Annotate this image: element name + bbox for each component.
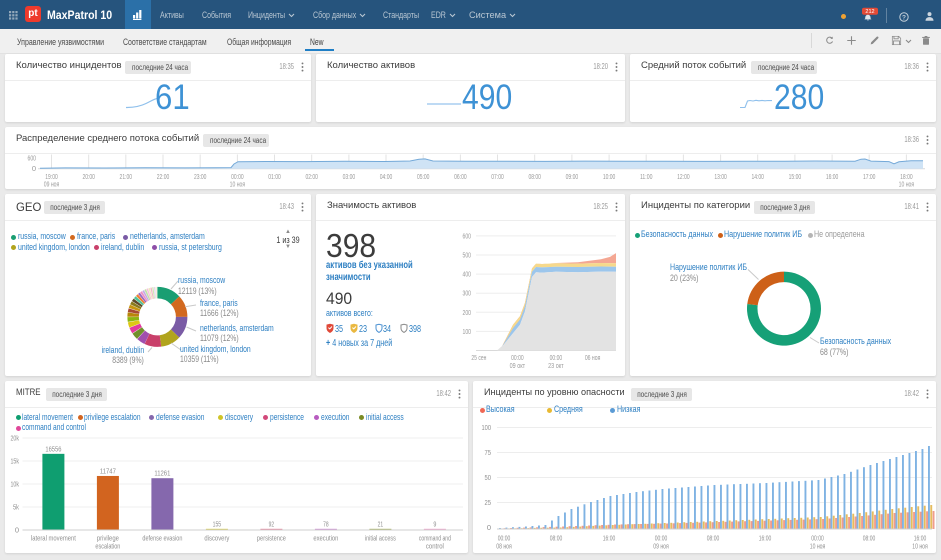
- svg-text:11:00: 11:00: [640, 172, 653, 181]
- svg-text:78: 78: [323, 519, 329, 528]
- svg-text:09 ноя: 09 ноя: [653, 542, 669, 551]
- svg-text:17:00: 17:00: [863, 172, 876, 181]
- svg-text:0: 0: [487, 523, 491, 532]
- svg-text:08 ноя: 08 ноя: [496, 542, 512, 551]
- svg-text:05:00: 05:00: [417, 172, 430, 181]
- svg-text:01:00: 01:00: [268, 172, 281, 181]
- svg-text:09 окт: 09 окт: [510, 361, 526, 370]
- svg-text:11747: 11747: [100, 467, 116, 476]
- svg-text:08:00: 08:00: [528, 172, 541, 181]
- svg-text:10:00: 10:00: [603, 172, 616, 181]
- svg-text:300: 300: [463, 289, 472, 298]
- svg-text:14:00: 14:00: [751, 172, 764, 181]
- svg-text:100: 100: [463, 327, 472, 336]
- svg-text:155: 155: [213, 519, 222, 528]
- svg-text:03:00: 03:00: [343, 172, 356, 181]
- svg-text:92: 92: [269, 519, 275, 528]
- svg-text:400: 400: [463, 270, 472, 279]
- svg-text:06:00: 06:00: [454, 172, 467, 181]
- svg-text:09 ноя: 09 ноя: [44, 180, 60, 189]
- svg-text:defense evasion: defense evasion: [142, 534, 182, 543]
- svg-text:9: 9: [433, 519, 436, 528]
- svg-text:600: 600: [28, 154, 37, 163]
- svg-text:21:00: 21:00: [120, 172, 133, 181]
- svg-text:16:00: 16:00: [759, 534, 772, 543]
- svg-text:10k: 10k: [11, 480, 20, 489]
- svg-text:10 ноя: 10 ноя: [230, 180, 246, 189]
- svg-text:0: 0: [32, 164, 36, 173]
- svg-text:08:00: 08:00: [863, 534, 876, 543]
- svg-text:12:00: 12:00: [677, 172, 690, 181]
- svg-text:discovery: discovery: [204, 534, 229, 543]
- svg-text:15k: 15k: [11, 457, 20, 466]
- svg-text:04:00: 04:00: [380, 172, 393, 181]
- svg-text:21: 21: [378, 519, 384, 528]
- svg-text:600: 600: [463, 231, 472, 240]
- svg-text:?: ?: [902, 14, 906, 21]
- svg-text:50: 50: [485, 473, 492, 482]
- svg-text:15:00: 15:00: [789, 172, 802, 181]
- svg-text:13:00: 13:00: [714, 172, 727, 181]
- svg-text:08:00: 08:00: [707, 534, 720, 543]
- svg-text:16556: 16556: [45, 444, 61, 453]
- svg-text:200: 200: [463, 308, 472, 317]
- svg-text:16:00: 16:00: [826, 172, 839, 181]
- svg-text:25: 25: [485, 498, 492, 507]
- svg-text:75: 75: [485, 448, 492, 457]
- svg-text:06 ноя: 06 ноя: [585, 353, 601, 362]
- svg-text:10 ноя: 10 ноя: [912, 542, 928, 551]
- svg-text:11261: 11261: [154, 469, 170, 478]
- svg-text:08:00: 08:00: [550, 534, 563, 543]
- svg-text:escalation: escalation: [95, 542, 120, 551]
- svg-text:initial access: initial access: [365, 534, 396, 543]
- svg-text:persistence: persistence: [257, 534, 286, 543]
- svg-text:23 окт: 23 окт: [548, 361, 564, 370]
- svg-text:20:00: 20:00: [82, 172, 95, 181]
- svg-text:22:00: 22:00: [157, 172, 170, 181]
- svg-text:execution: execution: [313, 534, 338, 543]
- svg-text:5k: 5k: [13, 503, 19, 512]
- svg-text:10 ноя: 10 ноя: [810, 542, 826, 551]
- svg-text:09:00: 09:00: [566, 172, 579, 181]
- svg-text:500: 500: [463, 251, 472, 260]
- svg-text:lateral movement: lateral movement: [31, 534, 77, 543]
- svg-text:20k: 20k: [11, 434, 20, 443]
- svg-text:0: 0: [15, 526, 19, 535]
- svg-text:16:00: 16:00: [603, 534, 616, 543]
- svg-text:02:00: 02:00: [305, 172, 318, 181]
- svg-text:212: 212: [865, 9, 874, 15]
- svg-text:control: control: [426, 542, 444, 551]
- svg-text:07:00: 07:00: [491, 172, 504, 181]
- svg-text:10 ноя: 10 ноя: [899, 180, 915, 189]
- svg-text:25 сен: 25 сен: [471, 353, 486, 362]
- svg-text:100: 100: [482, 423, 492, 432]
- svg-text:23:00: 23:00: [194, 172, 207, 181]
